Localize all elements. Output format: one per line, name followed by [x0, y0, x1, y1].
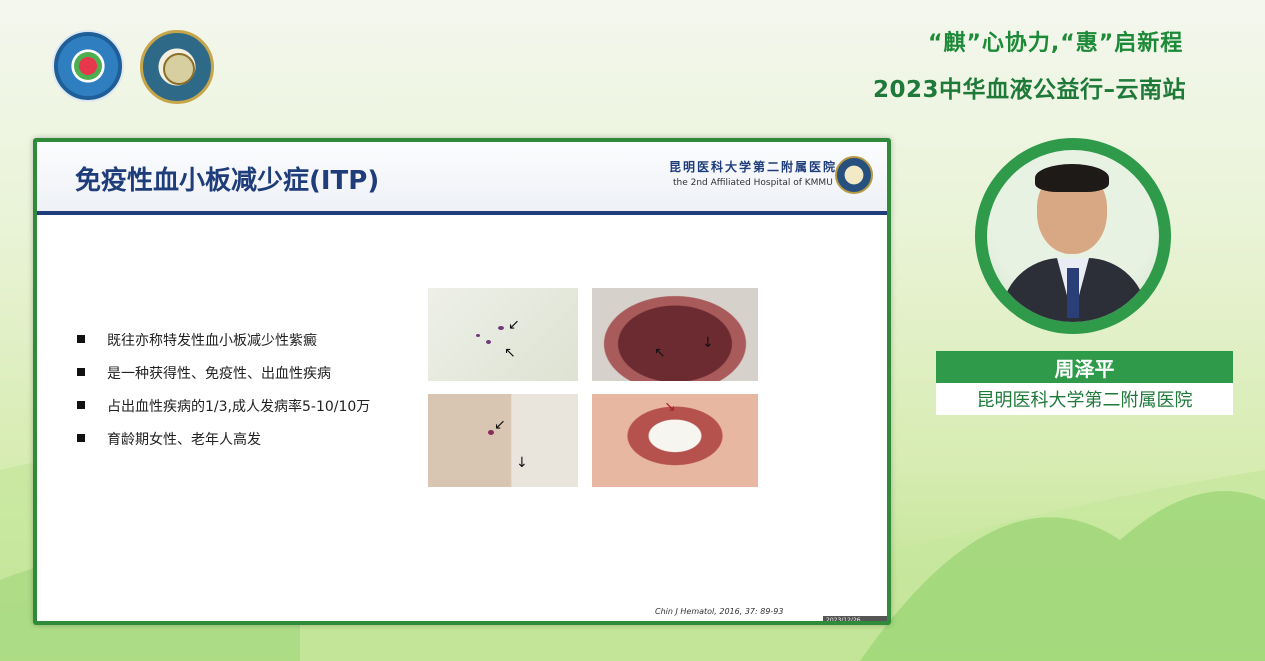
clinical-photo-leg-purpura: ↙ ↓ — [428, 394, 578, 487]
bullet-list: 既往亦称特发性血小板减少性紫癜 是一种获得性、免疫性、出血性疾病 占出血性疾病的… — [77, 330, 370, 462]
university-logo — [140, 30, 214, 104]
clinical-photo-skin-petechiae: ↙ ↖ — [428, 288, 578, 381]
hospital-name-cn: 昆明医科大学第二附属医院 — [669, 160, 838, 174]
bullet-item: 育龄期女性、老年人高发 — [77, 429, 370, 462]
square-bullet-icon — [77, 335, 85, 343]
bullet-item: 既往亦称特发性血小板减少性紫癜 — [77, 330, 370, 363]
speaker-affiliation: 昆明医科大学第二附属医院 — [936, 383, 1233, 415]
speaker-name: 周泽平 — [936, 351, 1233, 383]
slide-title: 免疫性血小板减少症(ITP) — [75, 166, 380, 196]
bullet-item: 是一种获得性、免疫性、出血性疾病 — [77, 363, 370, 396]
recording-timestamp: 2023/12/26 07:23:42 — [823, 616, 887, 621]
citation: Chin J Hematol, 2016, 37: 89-93 — [655, 607, 784, 616]
organization-logo — [52, 30, 124, 102]
square-bullet-icon — [77, 368, 85, 376]
hospital-name-en: the 2nd Affiliated Hospital of KMMU — [673, 178, 833, 188]
event-slogan: “麒”心协力,“惠”启新程 — [928, 31, 1184, 56]
speaker-photo — [987, 150, 1159, 322]
hospital-seal-icon — [835, 156, 873, 194]
square-bullet-icon — [77, 401, 85, 409]
header-divider — [37, 211, 887, 215]
presentation-slide: 免疫性血小板减少症(ITP) 昆明医科大学第二附属医院 the 2nd Affi… — [33, 138, 891, 625]
event-title: 2023中华血液公益行–云南站 — [873, 77, 1187, 103]
bullet-item: 占出血性疾病的1/3,成人发病率5-10/10万 — [77, 396, 370, 429]
clinical-photo-oral-bleeding: ↖ ↓ b — [592, 288, 758, 381]
square-bullet-icon — [77, 434, 85, 442]
clinical-photo-gum-bleeding: ↘ d — [592, 394, 758, 487]
